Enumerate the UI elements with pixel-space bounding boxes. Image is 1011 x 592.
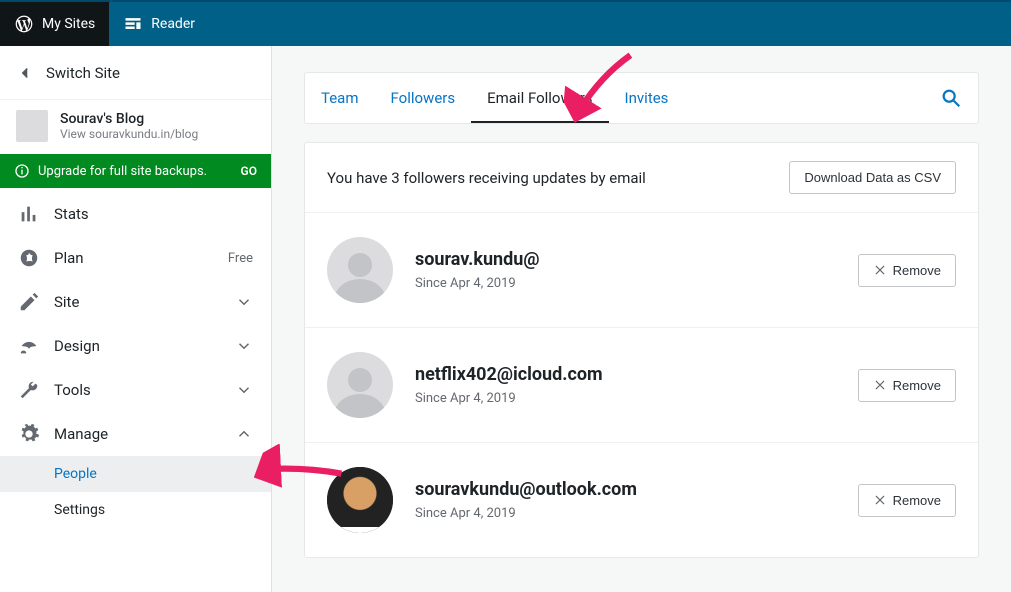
- nav-settings[interactable]: Settings: [0, 492, 271, 528]
- follower-since: Since Apr 4, 2019: [415, 276, 836, 291]
- nav-settings-label: Settings: [54, 502, 105, 518]
- wordpress-icon: [14, 14, 34, 34]
- avatar: [327, 467, 393, 533]
- nav-tools[interactable]: Tools: [0, 368, 271, 412]
- reader-icon: [123, 14, 143, 34]
- nav-plan[interactable]: Plan Free: [0, 236, 271, 280]
- gear-icon: [18, 423, 40, 445]
- stats-icon: [18, 203, 40, 225]
- chevron-down-icon: [235, 293, 253, 311]
- chevron-down-icon: [235, 381, 253, 399]
- info-icon: [14, 163, 30, 179]
- download-csv-button[interactable]: Download Data as CSV: [789, 161, 956, 194]
- site-card[interactable]: Sourav's Blog View souravkundu.in/blog: [0, 100, 271, 154]
- nav-design-label: Design: [54, 337, 100, 355]
- tab-invites[interactable]: Invites: [609, 73, 685, 123]
- followers-panel: You have 3 followers receiving updates b…: [304, 142, 979, 558]
- remove-button[interactable]: Remove: [858, 484, 956, 517]
- main-content: Team Followers Email Followers Invites Y…: [272, 46, 1011, 592]
- avatar: [327, 237, 393, 303]
- follower-email: sourav.kundu@: [415, 249, 836, 270]
- masterbar-reader-label: Reader: [151, 16, 195, 32]
- remove-button[interactable]: Remove: [858, 254, 956, 287]
- masterbar-reader[interactable]: Reader: [109, 2, 209, 46]
- switch-site[interactable]: Switch Site: [0, 46, 271, 100]
- panel-header: You have 3 followers receiving updates b…: [305, 143, 978, 213]
- chevron-left-icon: [16, 64, 34, 82]
- follower-since: Since Apr 4, 2019: [415, 506, 836, 521]
- nav-site[interactable]: Site: [0, 280, 271, 324]
- close-icon: [873, 263, 887, 277]
- site-url: View souravkundu.in/blog: [60, 127, 198, 141]
- chevron-down-icon: [235, 337, 253, 355]
- nav-stats[interactable]: Stats: [0, 192, 271, 236]
- nav-manage[interactable]: Manage: [0, 412, 271, 456]
- nav-plan-badge: Free: [228, 251, 253, 266]
- design-icon: [18, 335, 40, 357]
- wrench-icon: [18, 379, 40, 401]
- upgrade-go[interactable]: GO: [241, 164, 257, 178]
- remove-label: Remove: [893, 493, 941, 508]
- upgrade-banner[interactable]: Upgrade for full site backups. GO: [0, 154, 271, 188]
- chevron-up-icon: [235, 425, 253, 443]
- people-tabs: Team Followers Email Followers Invites: [304, 72, 979, 124]
- tab-team[interactable]: Team: [305, 73, 375, 123]
- tab-followers[interactable]: Followers: [375, 73, 472, 123]
- nav-tools-label: Tools: [54, 381, 91, 399]
- remove-label: Remove: [893, 378, 941, 393]
- tab-email-followers[interactable]: Email Followers: [471, 73, 608, 123]
- upgrade-text: Upgrade for full site backups.: [38, 164, 207, 179]
- nav-site-label: Site: [54, 293, 79, 311]
- close-icon: [873, 378, 887, 392]
- site-name: Sourav's Blog: [60, 111, 198, 127]
- plan-icon: [18, 247, 40, 269]
- close-icon: [873, 493, 887, 507]
- nav-manage-label: Manage: [54, 425, 108, 443]
- nav-design[interactable]: Design: [0, 324, 271, 368]
- search-icon: [940, 87, 962, 109]
- search-button[interactable]: [924, 73, 978, 123]
- masterbar-my-sites[interactable]: My Sites: [0, 2, 109, 46]
- nav-stats-label: Stats: [54, 205, 89, 223]
- follower-email: souravkundu@outlook.com: [415, 479, 836, 500]
- pencil-icon: [18, 291, 40, 313]
- nav-people[interactable]: People: [0, 456, 271, 492]
- nav-people-label: People: [54, 466, 97, 482]
- remove-label: Remove: [893, 263, 941, 278]
- follower-email: netflix402@icloud.com: [415, 364, 836, 385]
- sidebar: Switch Site Sourav's Blog View souravkun…: [0, 46, 272, 592]
- followers-count-message: You have 3 followers receiving updates b…: [327, 169, 646, 187]
- remove-button[interactable]: Remove: [858, 369, 956, 402]
- masterbar: My Sites Reader: [0, 0, 1011, 46]
- nav-plan-label: Plan: [54, 249, 84, 267]
- follower-since: Since Apr 4, 2019: [415, 391, 836, 406]
- masterbar-my-sites-label: My Sites: [42, 16, 95, 32]
- follower-row: souravkundu@outlook.com Since Apr 4, 201…: [305, 443, 978, 557]
- follower-row: netflix402@icloud.com Since Apr 4, 2019 …: [305, 328, 978, 443]
- avatar: [327, 352, 393, 418]
- follower-row: sourav.kundu@ Since Apr 4, 2019 Remove: [305, 213, 978, 328]
- download-csv-label: Download Data as CSV: [804, 170, 941, 185]
- switch-site-label: Switch Site: [46, 64, 120, 82]
- sidebar-nav: Stats Plan Free Site Design: [0, 188, 271, 528]
- site-thumbnail: [16, 110, 48, 142]
